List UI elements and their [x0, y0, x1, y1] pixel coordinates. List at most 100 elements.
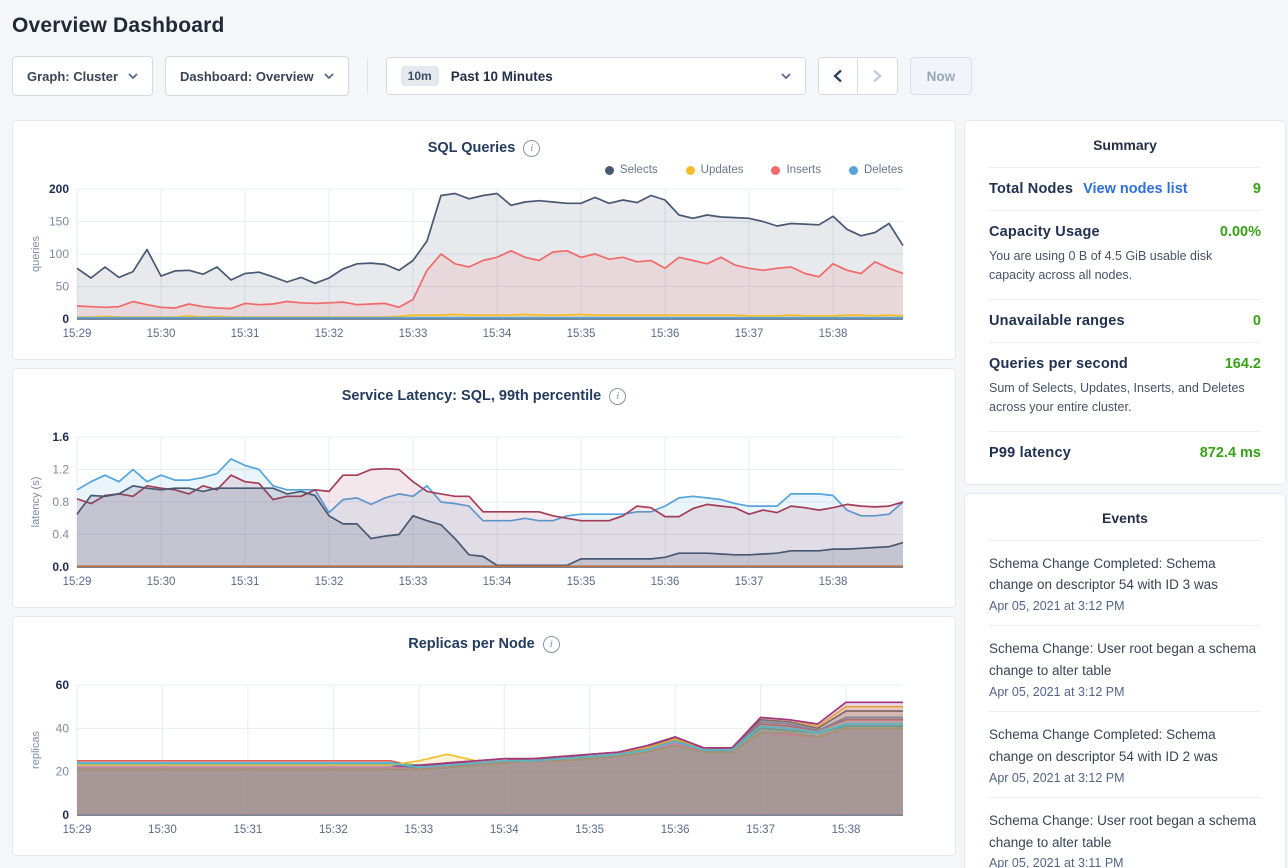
qps-value: 164.2: [1225, 356, 1261, 372]
replicas-per-node-chart[interactable]: 0204060replicas15:2915:3015:3115:3215:33…: [13, 677, 913, 841]
sidebar: Summary Total Nodes View nodes list 9 Ca…: [964, 120, 1286, 868]
inserts-dot-icon: [771, 166, 780, 175]
svg-text:15:31: 15:31: [231, 328, 260, 340]
now-button[interactable]: Now: [910, 57, 973, 95]
svg-text:15:32: 15:32: [315, 576, 344, 588]
replicas-per-node-panel: Replicas per Node i 0204060replicas15:29…: [12, 616, 956, 856]
event-item: Schema Change Completed: Schema change o…: [989, 540, 1261, 626]
sql-queries-chart[interactable]: 050100150200queries15:2915:3015:3115:321…: [13, 181, 913, 345]
graph-dropdown-label: Graph: Cluster: [27, 69, 118, 84]
service-latency-title: Service Latency: SQL, 99th percentile: [342, 388, 602, 404]
svg-text:15:35: 15:35: [567, 328, 596, 340]
svg-text:15:37: 15:37: [735, 328, 764, 340]
svg-text:100: 100: [49, 247, 69, 261]
updates-dot-icon: [686, 166, 695, 175]
event-text: Schema Change: User root began a schema …: [989, 810, 1261, 854]
chevron-down-icon: [781, 73, 791, 79]
qps-desc: Sum of Selects, Updates, Inserts, and De…: [989, 379, 1261, 418]
events-panel: Events Schema Change Completed: Schema c…: [964, 493, 1286, 868]
svg-text:15:31: 15:31: [231, 576, 260, 588]
page-header: Overview Dashboard: [0, 0, 1288, 38]
page-title: Overview Dashboard: [12, 14, 1276, 38]
sql-queries-title: SQL Queries: [428, 140, 516, 156]
time-step-buttons: [818, 57, 898, 95]
service-latency-chart[interactable]: 0.00.40.81.21.6latency (s)15:2915:3015:3…: [13, 429, 913, 593]
chevron-left-icon: [832, 69, 844, 83]
capacity-usage-label: Capacity Usage: [989, 224, 1100, 240]
svg-text:15:29: 15:29: [63, 576, 92, 588]
svg-text:0.0: 0.0: [52, 560, 69, 574]
summary-row-qps: Queries per second 164.2 Sum of Selects,…: [989, 342, 1261, 431]
svg-text:1.6: 1.6: [52, 430, 69, 444]
toolbar: Graph: Cluster Dashboard: Overview 10m P…: [12, 56, 1276, 96]
dashboard-dropdown-label: Dashboard: Overview: [180, 69, 314, 84]
svg-text:15:36: 15:36: [661, 824, 690, 836]
svg-text:15:33: 15:33: [404, 824, 433, 836]
selects-dot-icon: [605, 166, 614, 175]
svg-text:15:29: 15:29: [63, 824, 92, 836]
chevron-down-icon: [128, 73, 138, 79]
legend-item-updates: Updates: [686, 164, 744, 176]
p99-latency-label: P99 latency: [989, 445, 1071, 461]
svg-text:15:38: 15:38: [832, 824, 861, 836]
summary-row-total-nodes: Total Nodes View nodes list 9: [989, 167, 1261, 210]
svg-text:20: 20: [56, 765, 70, 779]
deletes-dot-icon: [849, 166, 858, 175]
view-nodes-list-link[interactable]: View nodes list: [1083, 181, 1188, 197]
total-nodes-value: 9: [1253, 181, 1261, 197]
svg-text:latency (s): latency (s): [30, 477, 42, 528]
sql-queries-panel: SQL Queries i Selects Updates Inserts De…: [12, 120, 956, 360]
time-range-picker[interactable]: 10m Past 10 Minutes: [386, 57, 806, 95]
event-timestamp: Apr 05, 2021 at 3:12 PM: [989, 599, 1261, 613]
capacity-usage-value: 0.00%: [1220, 224, 1261, 240]
svg-text:15:30: 15:30: [148, 824, 177, 836]
svg-text:150: 150: [49, 215, 69, 229]
svg-text:15:30: 15:30: [147, 328, 176, 340]
service-latency-panel: Service Latency: SQL, 99th percentile i …: [12, 368, 956, 608]
svg-text:15:32: 15:32: [315, 328, 344, 340]
event-item: Schema Change: User root began a schema …: [989, 625, 1261, 711]
svg-text:15:33: 15:33: [399, 576, 428, 588]
charts-column: SQL Queries i Selects Updates Inserts De…: [12, 120, 956, 864]
unavailable-ranges-label: Unavailable ranges: [989, 313, 1125, 329]
summary-title: Summary: [989, 137, 1261, 167]
svg-text:60: 60: [56, 678, 70, 692]
event-text: Schema Change: User root began a schema …: [989, 638, 1261, 682]
time-range-label: Past 10 Minutes: [451, 69, 769, 84]
capacity-usage-desc: You are using 0 B of 4.5 GiB usable disk…: [989, 247, 1261, 286]
toolbar-divider: [367, 58, 368, 94]
svg-text:15:29: 15:29: [63, 328, 92, 340]
svg-text:1.2: 1.2: [52, 463, 69, 477]
event-item: Schema Change: User root began a schema …: [989, 797, 1261, 868]
previous-range-button[interactable]: [818, 57, 858, 95]
event-timestamp: Apr 05, 2021 at 3:11 PM: [989, 856, 1261, 868]
svg-text:15:35: 15:35: [575, 824, 604, 836]
svg-text:queries: queries: [30, 235, 42, 272]
svg-text:15:34: 15:34: [483, 328, 512, 340]
event-timestamp: Apr 05, 2021 at 3:12 PM: [989, 685, 1261, 699]
graph-dropdown[interactable]: Graph: Cluster: [12, 56, 153, 96]
next-range-button[interactable]: [858, 57, 898, 95]
event-text: Schema Change Completed: Schema change o…: [989, 724, 1261, 768]
dashboard-dropdown[interactable]: Dashboard: Overview: [165, 56, 349, 96]
info-icon[interactable]: i: [543, 636, 560, 653]
chevron-down-icon: [324, 73, 334, 79]
svg-text:0: 0: [62, 808, 69, 822]
info-icon[interactable]: i: [523, 140, 540, 157]
svg-text:replicas: replicas: [30, 731, 42, 769]
svg-text:15:37: 15:37: [746, 824, 775, 836]
events-title: Events: [989, 510, 1261, 540]
info-icon[interactable]: i: [609, 388, 626, 405]
svg-text:15:30: 15:30: [147, 576, 176, 588]
svg-text:15:34: 15:34: [483, 576, 512, 588]
svg-text:0.4: 0.4: [52, 528, 69, 542]
summary-panel: Summary Total Nodes View nodes list 9 Ca…: [964, 120, 1286, 485]
svg-text:50: 50: [56, 280, 70, 294]
legend-item-deletes: Deletes: [849, 164, 903, 176]
p99-latency-value: 872.4 ms: [1200, 445, 1261, 461]
replicas-per-node-title: Replicas per Node: [408, 636, 535, 652]
svg-text:15:37: 15:37: [735, 576, 764, 588]
total-nodes-label: Total Nodes: [989, 181, 1073, 197]
sql-queries-legend: Selects Updates Inserts Deletes: [13, 159, 955, 181]
unavailable-ranges-value: 0: [1253, 313, 1261, 329]
